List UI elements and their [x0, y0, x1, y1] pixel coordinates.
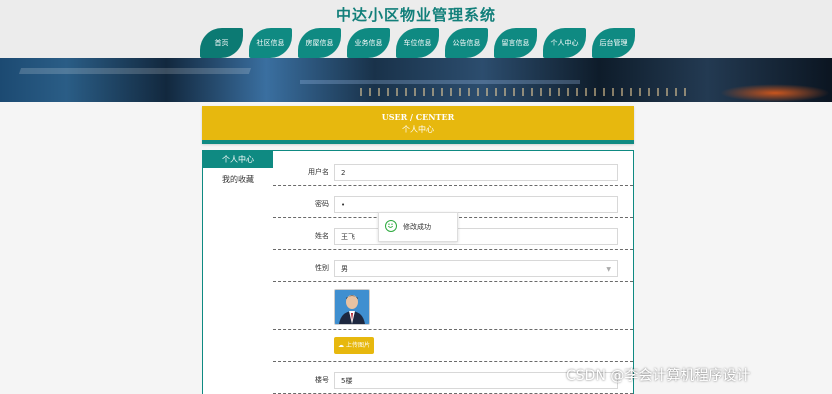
- section-header: USER / CENTER 个人中心: [202, 106, 634, 144]
- upload-button[interactable]: ☁ 上传图片: [334, 337, 374, 354]
- success-toast: 修改成功: [378, 212, 458, 242]
- sidebar-item-personal-center[interactable]: 个人中心: [203, 151, 273, 168]
- upload-label: 上传图片: [345, 342, 370, 349]
- section-title-en: USER / CENTER: [381, 112, 455, 122]
- profile-form: 用户名 2 密码 • 姓名 王飞 性别 男 ▼ ☁ 上传图片 楼号 5楼: [273, 150, 634, 394]
- nav-notice-info[interactable]: 公告信息: [445, 28, 488, 58]
- form-row-username: 用户名 2: [273, 159, 633, 186]
- username-input[interactable]: 2: [334, 164, 618, 181]
- nav-message-info[interactable]: 留言信息: [494, 28, 537, 58]
- top-header: 中达小区物业管理系统 首页 社区信息 房屋信息 业务信息 车位信息 公告信息 留…: [0, 0, 832, 58]
- section-title-cn: 个人中心: [402, 125, 434, 134]
- password-label: 密码: [315, 200, 329, 208]
- nav-house-info[interactable]: 房屋信息: [298, 28, 341, 58]
- building-label: 楼号: [315, 376, 329, 384]
- nav-home[interactable]: 首页: [200, 28, 243, 58]
- smile-icon: [385, 220, 397, 232]
- form-row-photo: [273, 287, 633, 330]
- nav-business-info[interactable]: 业务信息: [347, 28, 390, 58]
- nav-personal-center[interactable]: 个人中心: [543, 28, 586, 58]
- site-title: 中达小区物业管理系统: [335, 6, 496, 24]
- sidebar: 个人中心 我的收藏: [202, 150, 274, 394]
- form-row-gender: 性别 男 ▼: [273, 255, 633, 282]
- gender-label: 性别: [315, 264, 329, 272]
- avatar: [334, 289, 370, 325]
- password-input[interactable]: •: [334, 196, 618, 213]
- nav-community-info[interactable]: 社区信息: [249, 28, 292, 58]
- sidebar-item-favorites[interactable]: 我的收藏: [203, 171, 273, 188]
- name-input[interactable]: 王飞: [334, 228, 618, 245]
- name-label: 姓名: [315, 232, 329, 240]
- form-row-upload: ☁ 上传图片: [273, 335, 633, 362]
- main-nav: 首页 社区信息 房屋信息 业务信息 车位信息 公告信息 留言信息 个人中心 后台…: [200, 28, 635, 58]
- cloud-upload-icon: ☁: [338, 342, 345, 349]
- gender-value: 男: [341, 265, 348, 273]
- nav-admin[interactable]: 后台管理: [592, 28, 635, 58]
- username-label: 用户名: [308, 168, 329, 176]
- watermark: CSDN @李会计算机程序设计: [566, 368, 751, 384]
- gender-select[interactable]: 男 ▼: [334, 260, 618, 277]
- banner-image: [0, 58, 832, 102]
- chevron-down-icon: ▼: [606, 266, 611, 273]
- toast-message: 修改成功: [403, 223, 431, 231]
- nav-parking-info[interactable]: 车位信息: [396, 28, 439, 58]
